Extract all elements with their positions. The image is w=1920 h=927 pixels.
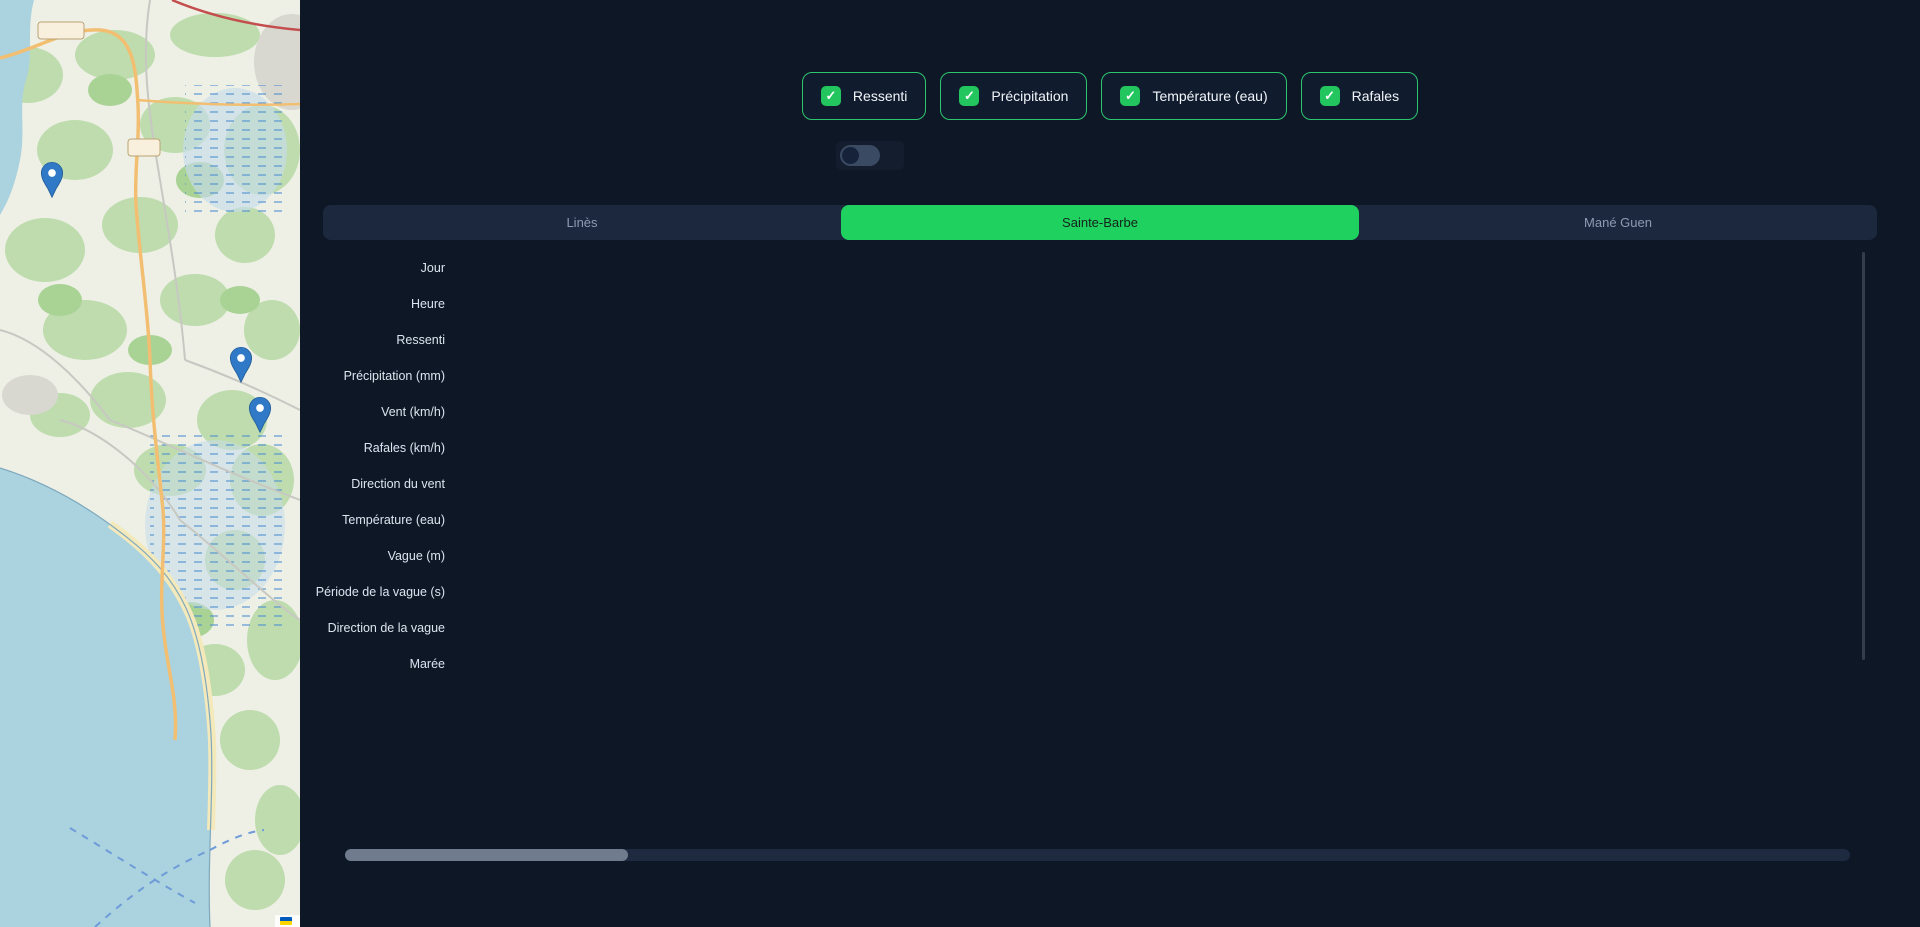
- toggle-knob-icon: [842, 147, 859, 164]
- parameter-checkboxes: ✓ Ressenti ✓ Précipitation ✓ Température (eau…: [300, 72, 1920, 120]
- app: ✓ Ressenti ✓ Précipitation ✓ Température (eau…: [0, 0, 1920, 927]
- row-label-heure: Heure: [300, 286, 445, 322]
- tab-sainte-barbe[interactable]: Sainte-Barbe: [841, 205, 1359, 240]
- vertical-scrollbar[interactable]: [1862, 252, 1865, 660]
- row-label-vague: Vague (m): [300, 538, 445, 574]
- scroll-down-button[interactable]: [1859, 857, 1875, 873]
- day-header-2: [1421, 250, 1509, 286]
- param-checkbox-2[interactable]: ✓ Température (eau): [1101, 72, 1286, 120]
- day-by-day-toggle[interactable]: [840, 145, 880, 166]
- param-checkbox-label: Ressenti: [853, 88, 907, 104]
- day2-sunset: [1478, 260, 1483, 276]
- forecast-panel: ✓ Ressenti ✓ Précipitation ✓ Température (eau…: [300, 0, 1920, 927]
- param-checkbox-1[interactable]: ✓ Précipitation: [940, 72, 1087, 120]
- row-label-jour: Jour: [300, 250, 445, 286]
- day1-sunrise: [483, 260, 488, 276]
- road-badge-d9: [128, 139, 160, 156]
- checkbox-checked-icon: ✓: [821, 86, 841, 106]
- row-label-precipitation: Précipitation (mm): [300, 358, 445, 394]
- row-label-dir_vent: Direction du vent: [300, 466, 445, 502]
- row-label-vent: Vent (km/h): [300, 394, 445, 430]
- param-checkbox-label: Température (eau): [1152, 88, 1267, 104]
- map-attribution: [275, 915, 300, 927]
- road-badge-d194: [38, 22, 84, 39]
- row-label-ressenti: Ressenti: [300, 322, 445, 358]
- day-by-day-toggle-row: [836, 141, 904, 170]
- map-container[interactable]: [0, 0, 300, 927]
- day2-sunrise: [1447, 260, 1452, 276]
- row-label-temp_eau: Température (eau): [300, 502, 445, 538]
- day-header-1: [457, 250, 545, 286]
- scroll-left-button[interactable]: [324, 845, 340, 861]
- horizontal-scrollbar-track[interactable]: [345, 849, 1850, 861]
- day1-sunset: [514, 260, 519, 276]
- param-checkbox-3[interactable]: ✓ Rafales: [1301, 72, 1418, 120]
- location-tabs: LinèsSainte-BarbeMané Guen: [323, 205, 1877, 240]
- param-checkbox-0[interactable]: ✓ Ressenti: [802, 72, 926, 120]
- row-label-periode: Période de la vague (s): [300, 574, 445, 610]
- horizontal-scrollbar-thumb[interactable]: [345, 849, 628, 861]
- row-label-rafales: Rafales (km/h): [300, 430, 445, 466]
- ukraine-flag-icon: [280, 917, 292, 925]
- map-canvas: [0, 0, 300, 927]
- checkbox-checked-icon: ✓: [959, 86, 979, 106]
- tab-mane-guen[interactable]: Mané Guen: [1359, 205, 1877, 240]
- row-label-maree: Marée: [300, 646, 445, 682]
- tab-lines[interactable]: Linès: [323, 205, 841, 240]
- param-checkbox-label: Précipitation: [991, 88, 1068, 104]
- row-label-dir_vague: Direction de la vague: [300, 610, 445, 646]
- checkbox-checked-icon: ✓: [1120, 86, 1140, 106]
- param-checkbox-label: Rafales: [1352, 88, 1399, 104]
- checkbox-checked-icon: ✓: [1320, 86, 1340, 106]
